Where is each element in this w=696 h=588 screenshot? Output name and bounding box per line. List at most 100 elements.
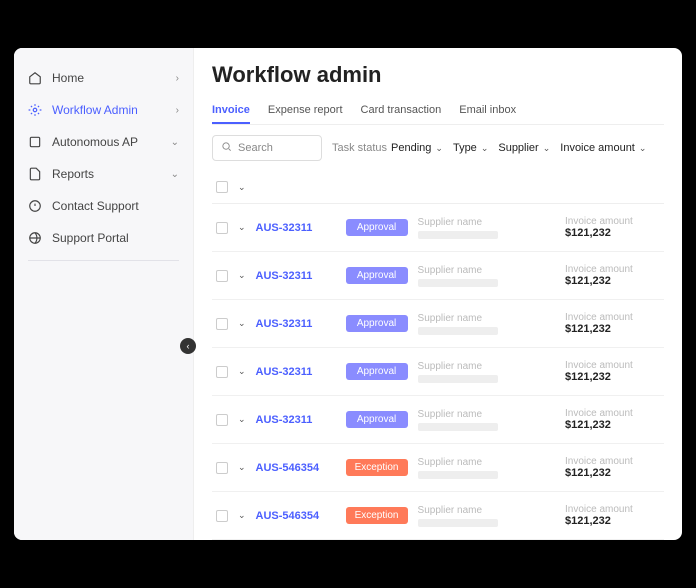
- supplier-header: Supplier name: [418, 505, 555, 516]
- supplier-header: Supplier name: [418, 217, 555, 228]
- row-checkbox[interactable]: [216, 270, 228, 282]
- filter-supplier[interactable]: Supplier ⌄: [498, 142, 550, 154]
- filter-value: Pending: [391, 142, 431, 154]
- amount-value: $121,232: [565, 515, 660, 527]
- filter-invoice-amount[interactable]: Invoice amount ⌄: [560, 142, 646, 154]
- expand-all-toggle[interactable]: ⌄: [238, 182, 246, 193]
- tab-card-transaction[interactable]: Card transaction: [361, 98, 442, 124]
- status-badge: Approval: [346, 411, 408, 428]
- table-row[interactable]: ⌄AUS-546354ExceptionSupplier nameInvoice…: [212, 492, 664, 540]
- table-row[interactable]: ⌄ AUS-546354 Exception Supplier name Invoice…: [212, 444, 664, 492]
- page-title: Workflow admin: [212, 62, 664, 88]
- expand-row-toggle[interactable]: ⌄: [238, 414, 246, 425]
- invoice-id[interactable]: AUS-546354: [256, 462, 336, 474]
- supplier-header: Supplier name: [418, 409, 555, 420]
- row-checkbox[interactable]: [216, 510, 228, 522]
- chevron-down-icon: ⌄: [171, 137, 179, 148]
- sidebar-item-label: Contact Support: [52, 199, 179, 213]
- row-checkbox[interactable]: [216, 366, 228, 378]
- expand-row-toggle[interactable]: ⌄: [238, 222, 246, 233]
- amount-cell: Invoice amount$121,232: [565, 408, 660, 431]
- table-row[interactable]: ⌄ AUS-32311 Approval Supplier name Invoice a…: [212, 348, 664, 396]
- main-content: Workflow admin Invoice Expense report Ca…: [194, 48, 682, 540]
- amount-cell: Invoice amount$121,232: [565, 504, 660, 527]
- amount-value: $121,232: [565, 275, 660, 287]
- expand-row-toggle[interactable]: ⌄: [238, 366, 246, 377]
- amount-value: $121,232: [565, 419, 660, 431]
- table-row[interactable]: ⌄ AUS-32311 Approval Supplier name Invoice a…: [212, 300, 664, 348]
- search-icon: [221, 141, 232, 155]
- chevron-right-icon: ›: [176, 105, 179, 116]
- supplier-placeholder: [418, 471, 498, 479]
- supplier-header: Supplier name: [418, 361, 555, 372]
- table-body: ⌄ AUS-32311 Approval Supplier name Invoice a…: [212, 204, 664, 540]
- filter-type[interactable]: Type ⌄: [453, 142, 488, 154]
- status-badge: Approval: [346, 267, 408, 284]
- sidebar-item-support-portal[interactable]: Support Portal: [14, 222, 193, 254]
- expand-row-toggle[interactable]: ⌄: [238, 270, 246, 281]
- sidebar-item-label: Home: [52, 71, 166, 85]
- row-checkbox[interactable]: [216, 318, 228, 330]
- supplier-cell: Supplier name: [418, 457, 555, 479]
- amount-cell: Invoice amount$121,232: [565, 312, 660, 335]
- invoice-id[interactable]: AUS-32311: [256, 318, 336, 330]
- row-checkbox[interactable]: [216, 462, 228, 474]
- sidebar-item-home[interactable]: Home ›: [14, 62, 193, 94]
- amount-header: Invoice amount: [565, 456, 660, 467]
- chevron-down-icon: ⌄: [639, 143, 647, 154]
- sidebar-item-reports[interactable]: Reports ⌄: [14, 158, 193, 190]
- tab-email-inbox[interactable]: Email inbox: [459, 98, 516, 124]
- chevron-down-icon: ⌄: [543, 143, 551, 154]
- sidebar-item-workflow-admin[interactable]: Workflow Admin ›: [14, 94, 193, 126]
- supplier-placeholder: [418, 327, 498, 335]
- status-badge: Approval: [346, 363, 408, 380]
- sidebar-item-label: Workflow Admin: [52, 103, 166, 117]
- supplier-cell: Supplier name: [418, 313, 555, 335]
- table-row[interactable]: ⌄AUS-32311ApprovalSupplier nameInvoice a…: [212, 204, 664, 252]
- amount-cell: Invoice amount$121,232: [565, 456, 660, 479]
- amount-header: Invoice amount: [565, 264, 660, 275]
- supplier-cell: Supplier name: [418, 505, 555, 527]
- tab-expense-report[interactable]: Expense report: [268, 98, 343, 124]
- invoice-id[interactable]: AUS-32311: [256, 414, 336, 426]
- filter-label: Type: [453, 142, 477, 154]
- expand-row-toggle[interactable]: ⌄: [238, 462, 246, 473]
- search-input[interactable]: Search: [212, 135, 322, 161]
- supplier-cell: Supplier name: [418, 361, 555, 383]
- amount-value: $121,232: [565, 467, 660, 479]
- amount-header: Invoice amount: [565, 312, 660, 323]
- amount-value: $121,232: [565, 323, 660, 335]
- portal-icon: [28, 231, 42, 245]
- status-badge: Exception: [346, 459, 408, 476]
- row-checkbox[interactable]: [216, 414, 228, 426]
- table-row[interactable]: ⌄ AUS-32311 Approval Supplier name Invoice a…: [212, 252, 664, 300]
- status-badge: Approval: [346, 315, 408, 332]
- tab-invoice[interactable]: Invoice: [212, 98, 250, 124]
- row-checkbox[interactable]: [216, 222, 228, 234]
- ap-icon: [28, 135, 42, 149]
- amount-value: $121,232: [565, 371, 660, 383]
- supplier-cell: Supplier name: [418, 265, 555, 287]
- reports-icon: [28, 167, 42, 181]
- chevron-right-icon: ›: [176, 73, 179, 84]
- sidebar-item-contact-support[interactable]: Contact Support: [14, 190, 193, 222]
- invoice-id[interactable]: AUS-32311: [256, 366, 336, 378]
- amount-cell: Invoice amount$121,232: [565, 360, 660, 383]
- invoice-id[interactable]: AUS-546354: [256, 510, 336, 522]
- workflow-icon: [28, 103, 42, 117]
- expand-row-toggle[interactable]: ⌄: [238, 510, 246, 521]
- supplier-placeholder: [418, 231, 498, 239]
- filter-task-status[interactable]: Task status Pending ⌄: [332, 142, 443, 154]
- invoice-id[interactable]: AUS-32311: [256, 222, 336, 234]
- expand-row-toggle[interactable]: ⌄: [238, 318, 246, 329]
- search-placeholder: Search: [238, 142, 273, 154]
- sidebar-item-autonomous-ap[interactable]: Autonomous AP ⌄: [14, 126, 193, 158]
- invoice-id[interactable]: AUS-32311: [256, 270, 336, 282]
- amount-header: Invoice amount: [565, 360, 660, 371]
- collapse-sidebar-button[interactable]: ‹: [180, 338, 196, 354]
- table-row[interactable]: ⌄ AUS-32311 Approval Supplier name Invoice a…: [212, 396, 664, 444]
- amount-cell: Invoice amount$121,232: [565, 216, 660, 239]
- supplier-placeholder: [418, 375, 498, 383]
- select-all-checkbox[interactable]: [216, 181, 228, 193]
- supplier-header: Supplier name: [418, 457, 555, 468]
